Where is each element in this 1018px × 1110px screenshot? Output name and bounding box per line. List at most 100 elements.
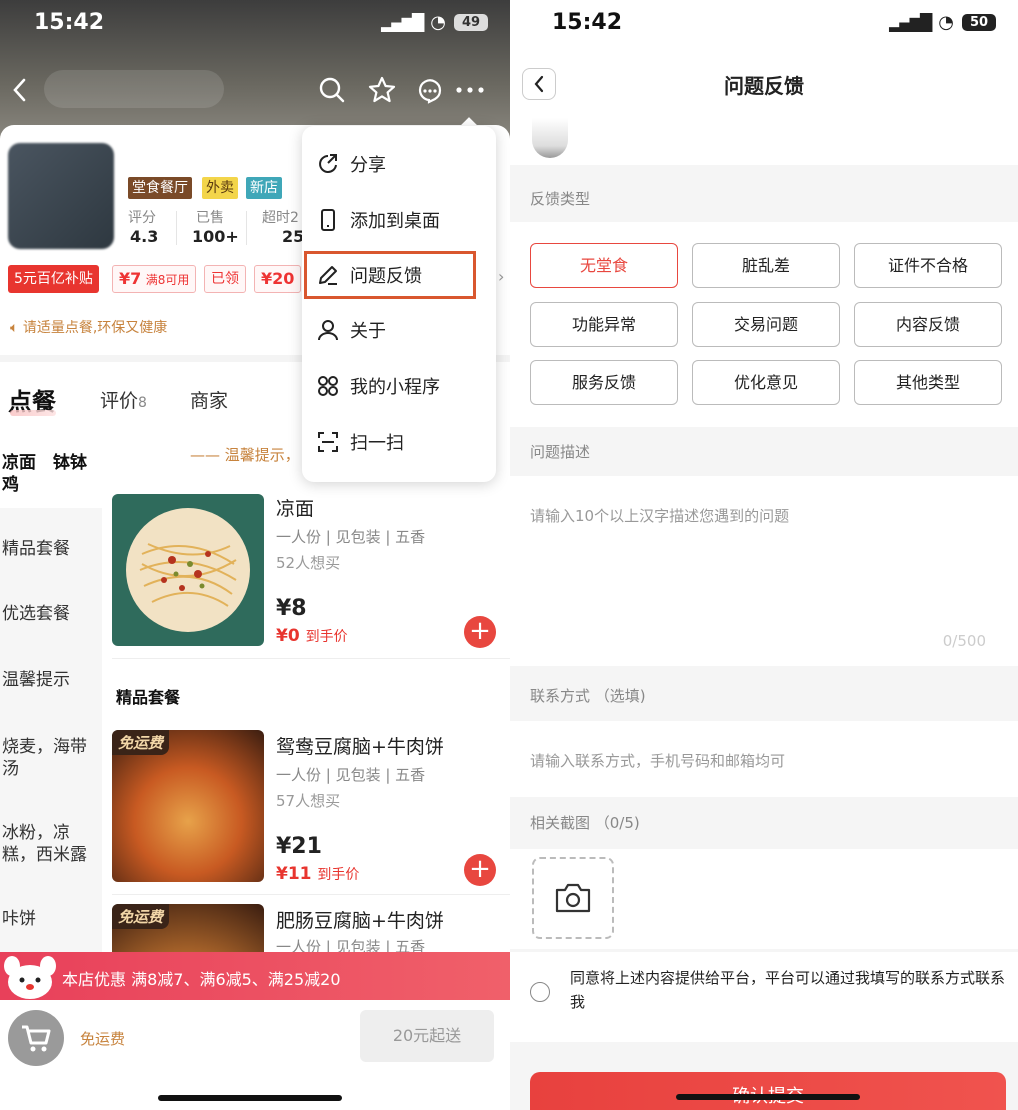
store-header: 15:42 ▂▄▆█ ◔ 49 (0, 0, 510, 140)
chip-function[interactable]: 功能异常 (530, 302, 678, 347)
wifi-icon: ◔ (938, 12, 954, 33)
coupon-7[interactable]: ¥7 满8可用 (112, 265, 197, 293)
tab-merchant[interactable]: 商家 (190, 386, 228, 413)
submit-button[interactable]: 确认提交 (530, 1072, 1006, 1110)
dish-image-tofu-pudding[interactable]: 免运费 (112, 730, 264, 882)
dish-final-label: 到手价 (317, 867, 360, 883)
category-item-active[interactable]: 凉面 钵钵鸡 (2, 452, 100, 496)
agree-checkbox[interactable] (530, 982, 550, 1002)
chip-license[interactable]: 证件不合格 (854, 243, 1002, 288)
chip-other[interactable]: 其他类型 (854, 360, 1002, 405)
category-item[interactable]: 咔饼 (2, 908, 36, 930)
back-icon[interactable] (2, 72, 38, 108)
pencil-icon (319, 266, 337, 285)
menu-item-label: 分享 (350, 155, 386, 176)
menu-item-label: 扫一扫 (350, 433, 404, 454)
feedback-type-options: 无堂食 脏乱差 证件不合格 功能异常 交易问题 内容反馈 服务反馈 优化意见 其… (510, 222, 1018, 427)
hint-text: —— 温馨提示， (190, 446, 300, 464)
dish-image-noodles[interactable] (112, 494, 264, 646)
stat-value-time: 25 (282, 227, 305, 246)
more-icon[interactable] (452, 72, 488, 108)
category-item[interactable]: 冰粉，凉糕，西米露 (2, 822, 98, 866)
dish-final-label: 到手价 (305, 629, 348, 645)
status-icons: ▂▄▆█ ◔ 50 (889, 12, 996, 33)
chip-service[interactable]: 服务反馈 (530, 360, 678, 405)
category-item[interactable]: 优选套餐 (2, 603, 70, 625)
battery-icon: 50 (962, 14, 996, 31)
divider (112, 894, 510, 895)
stat-value-rating: 4.3 (130, 227, 159, 246)
tab-reviews-count: 8 (138, 395, 147, 411)
dish-final-price: ¥11 到手价 (276, 864, 359, 884)
screenshot-label: 相关截图 （0/5) (530, 814, 640, 832)
coupon-amount: ¥7 (119, 269, 142, 288)
feedback-header: 15:42 ▂▄▆█ ◔ 50 问题反馈 (510, 0, 1018, 165)
menu-item-my-miniprograms[interactable]: 我的小程序 (316, 366, 440, 406)
section-title: 精品套餐 (116, 688, 181, 707)
description-input[interactable]: 请输入10个以上汉字描述您遇到的问题 0/500 (510, 476, 1018, 666)
dish-final-price: ¥0 到手价 (276, 626, 348, 646)
menu-item-label: 问题反馈 (350, 266, 422, 287)
subsidy-badge[interactable]: 5元百亿补贴 (8, 265, 99, 293)
category-item[interactable]: 温馨提示 (2, 669, 70, 691)
free-delivery-badge: 免运费 (112, 730, 170, 755)
min-order-button[interactable]: 20元起送 (360, 1010, 494, 1062)
phone-icon (321, 209, 335, 231)
upload-photo-button[interactable] (532, 857, 614, 939)
dish-want-count: 57人想买 (276, 792, 341, 810)
cart-bar: 免运费 20元起送 (0, 1000, 510, 1110)
store-name-blurred (44, 70, 224, 108)
coupon-more-icon[interactable]: › (498, 267, 504, 286)
dish-name[interactable]: 凉面 (276, 494, 314, 521)
store-promo-bar: 本店优惠 满8减7、满6减5、满25减20 (0, 952, 510, 1000)
menu-item-about[interactable]: 关于 (316, 310, 386, 350)
menu-item-scan[interactable]: 扫一扫 (316, 422, 404, 462)
home-indicator (158, 1095, 342, 1101)
coupon-20[interactable]: ¥20 (254, 265, 302, 293)
chip-transaction[interactable]: 交易问题 (692, 302, 840, 347)
store-notice: 🔈︎ 请适量点餐,环保又健康 (10, 317, 167, 337)
category-item[interactable]: 精品套餐 (2, 538, 70, 560)
menu-item-add-to-desktop[interactable]: 添加到桌面 (316, 200, 440, 240)
menu-item-feedback[interactable]: 问题反馈 (316, 255, 422, 295)
feedback-screen: 15:42 ▂▄▆█ ◔ 50 问题反馈 反馈类型 无堂食 脏乱差 证件不合格 … (510, 0, 1018, 1110)
tag-takeout: 外卖 (202, 177, 238, 199)
add-to-cart-button[interactable]: + (464, 616, 496, 648)
dish-price: ¥21 (276, 834, 322, 859)
home-indicator (676, 1094, 860, 1100)
scan-icon (318, 432, 338, 452)
wifi-icon: ◔ (430, 12, 446, 33)
chip-content[interactable]: 内容反馈 (854, 302, 1002, 347)
chip-no-dine-in[interactable]: 无堂食 (530, 243, 678, 288)
tab-reviews[interactable]: 评价8 (100, 386, 147, 413)
category-item[interactable]: 烧麦，海带汤 (2, 736, 98, 780)
favorite-star-icon[interactable] (364, 72, 400, 108)
chip-dirty[interactable]: 脏乱差 (692, 243, 840, 288)
contact-input[interactable]: 请输入联系方式，手机号码和邮箱均可 (510, 721, 1018, 797)
tag-new-store: 新店 (246, 177, 282, 199)
stat-label-sold: 已售 (196, 210, 224, 226)
cart-button[interactable] (8, 1010, 64, 1066)
dish-desc: 一人份 | 见包装 | 五香 (276, 528, 426, 546)
customer-service-icon[interactable] (412, 72, 448, 108)
menu-item-label: 关于 (350, 321, 386, 342)
divider (112, 658, 510, 659)
menu-item-share[interactable]: 分享 (316, 144, 386, 184)
coupon-claimed[interactable]: 已领 (204, 265, 246, 293)
apps-icon (318, 376, 338, 396)
dish-name[interactable]: 鸳鸯豆腐脑+牛肉饼 (276, 732, 444, 759)
add-to-cart-button[interactable]: + (464, 854, 496, 886)
chip-optimization[interactable]: 优化意见 (692, 360, 840, 405)
screenshot-upload (510, 849, 1018, 949)
user-icon (318, 320, 338, 341)
agree-text: 同意将上述内容提供给平台，平台可以通过我填写的联系方式联系我 (570, 969, 1006, 1011)
camera-icon (555, 883, 591, 913)
cart-icon (22, 1025, 51, 1052)
dish-final-value: ¥11 (276, 864, 312, 884)
speaker-icon: 🔈︎ (10, 320, 19, 336)
char-counter: 0/500 (942, 632, 986, 650)
search-icon[interactable] (314, 72, 350, 108)
status-time: 15:42 (552, 10, 623, 35)
status-icons: ▂▄▆█ ◔ 49 (381, 12, 488, 33)
dish-name[interactable]: 肥肠豆腐脑+牛肉饼 (276, 906, 444, 933)
